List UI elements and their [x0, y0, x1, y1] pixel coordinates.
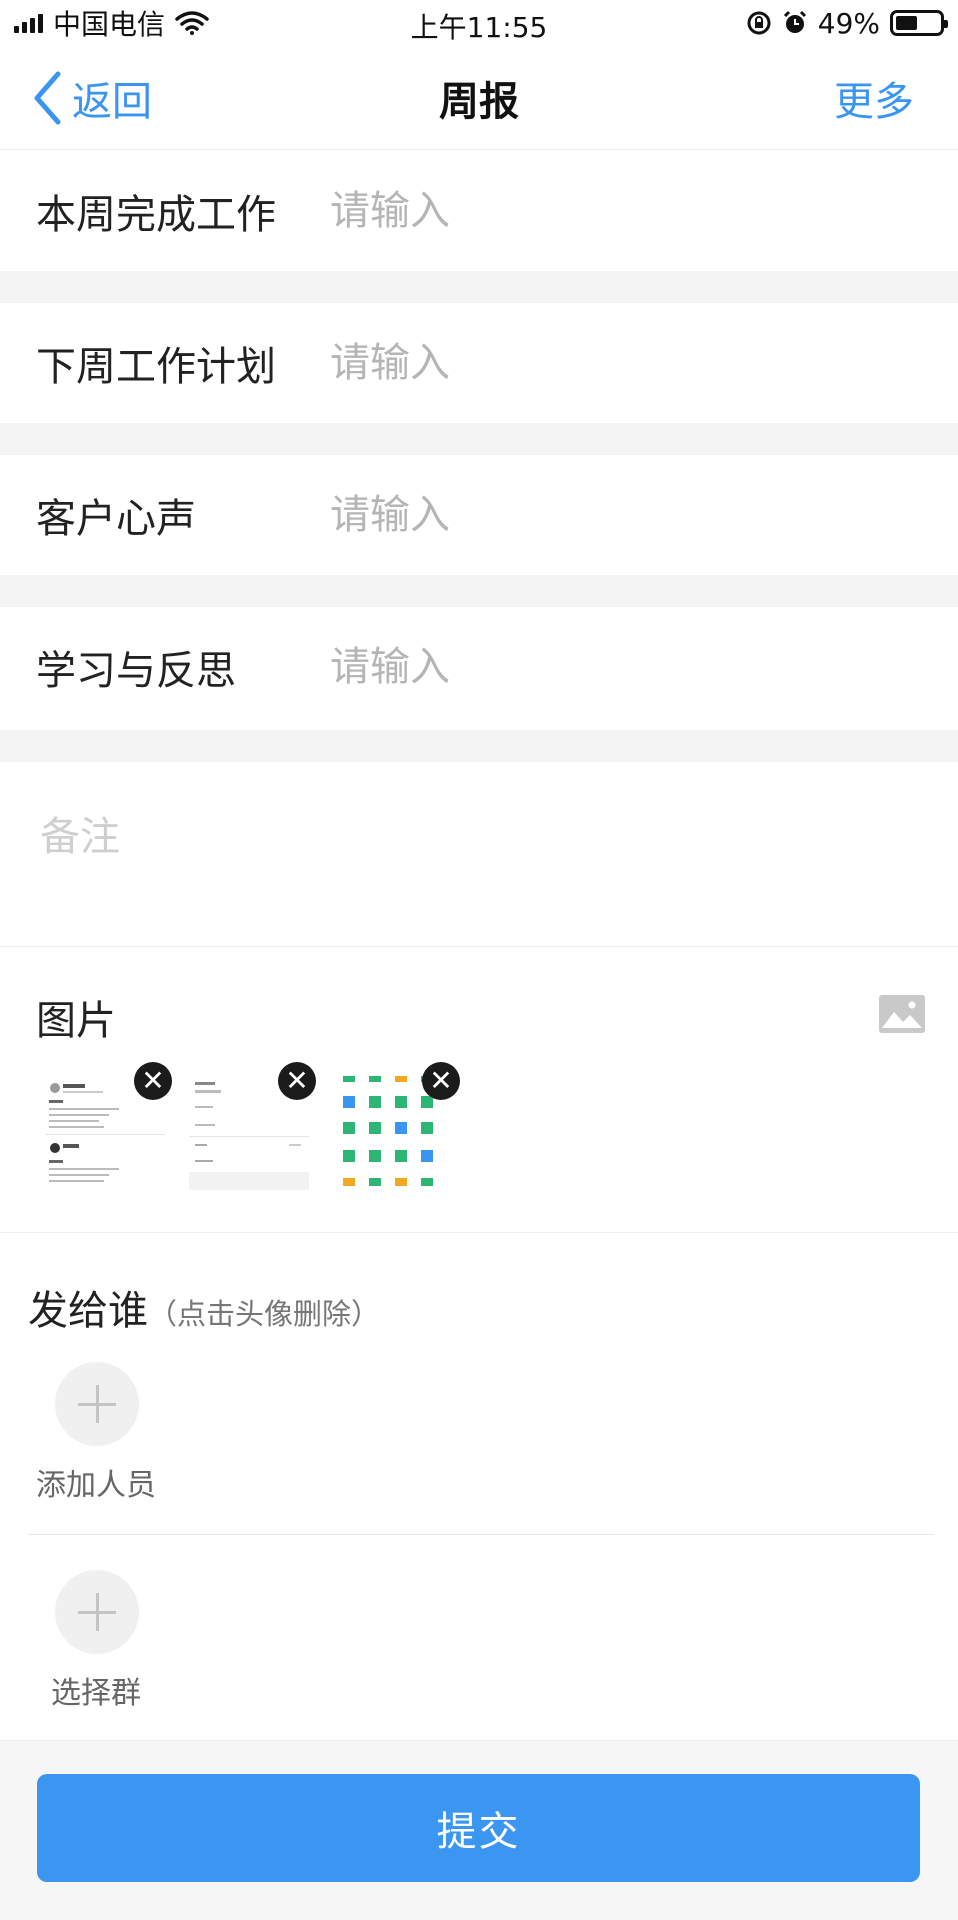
navigation-bar: 返回 周报 更多	[0, 46, 958, 150]
pictures-title: 图片	[36, 998, 116, 1044]
image-icon[interactable]	[878, 994, 926, 1034]
next-week-plan-input[interactable]	[328, 339, 928, 387]
customer-voice-input[interactable]	[328, 491, 928, 539]
remarks-textarea[interactable]	[0, 762, 958, 947]
this-week-work-input[interactable]	[328, 187, 928, 235]
send-to-label: 发给谁	[28, 1288, 148, 1334]
section-gap	[0, 575, 958, 607]
more-button[interactable]: 更多	[834, 69, 958, 127]
field-label: 本周完成工作	[36, 192, 276, 238]
send-to-title: 发给谁（点击头像删除）	[28, 1278, 380, 1336]
divider	[0, 1232, 958, 1233]
form-row-this-week: 本周完成工作	[0, 151, 958, 271]
select-group-label: 选择群	[51, 1676, 141, 1711]
field-label: 客户心声	[36, 496, 196, 542]
add-person-button[interactable]	[55, 1362, 139, 1446]
form-row-customer-voice: 客户心声	[0, 455, 958, 575]
divider	[28, 1534, 934, 1535]
field-label: 学习与反思	[36, 648, 236, 694]
remove-thumbnail-button[interactable]: ✕	[422, 1062, 460, 1100]
remove-thumbnail-button[interactable]: ✕	[278, 1062, 316, 1100]
form-row-next-week: 下周工作计划	[0, 303, 958, 423]
form-row-learning: 学习与反思	[0, 607, 958, 727]
section-gap	[0, 423, 958, 455]
submit-button[interactable]: 提交	[37, 1774, 920, 1882]
remove-thumbnail-button[interactable]: ✕	[134, 1062, 172, 1100]
back-label: 返回	[72, 78, 152, 125]
send-to-hint: （点击头像删除）	[148, 1297, 381, 1331]
status-time: 上午11:55	[410, 11, 548, 44]
select-group-button[interactable]	[55, 1570, 139, 1654]
field-label: 下周工作计划	[36, 344, 276, 390]
status-bar: 中国电信 上午11:55 49%	[0, 0, 958, 46]
add-person-label: 添加人员	[36, 1468, 156, 1503]
section-gap	[0, 730, 958, 762]
learning-reflection-input[interactable]	[328, 643, 928, 691]
back-button[interactable]: 返回	[0, 69, 152, 127]
section-gap	[0, 271, 958, 303]
chevron-left-icon	[34, 71, 61, 124]
battery-icon	[890, 10, 948, 36]
